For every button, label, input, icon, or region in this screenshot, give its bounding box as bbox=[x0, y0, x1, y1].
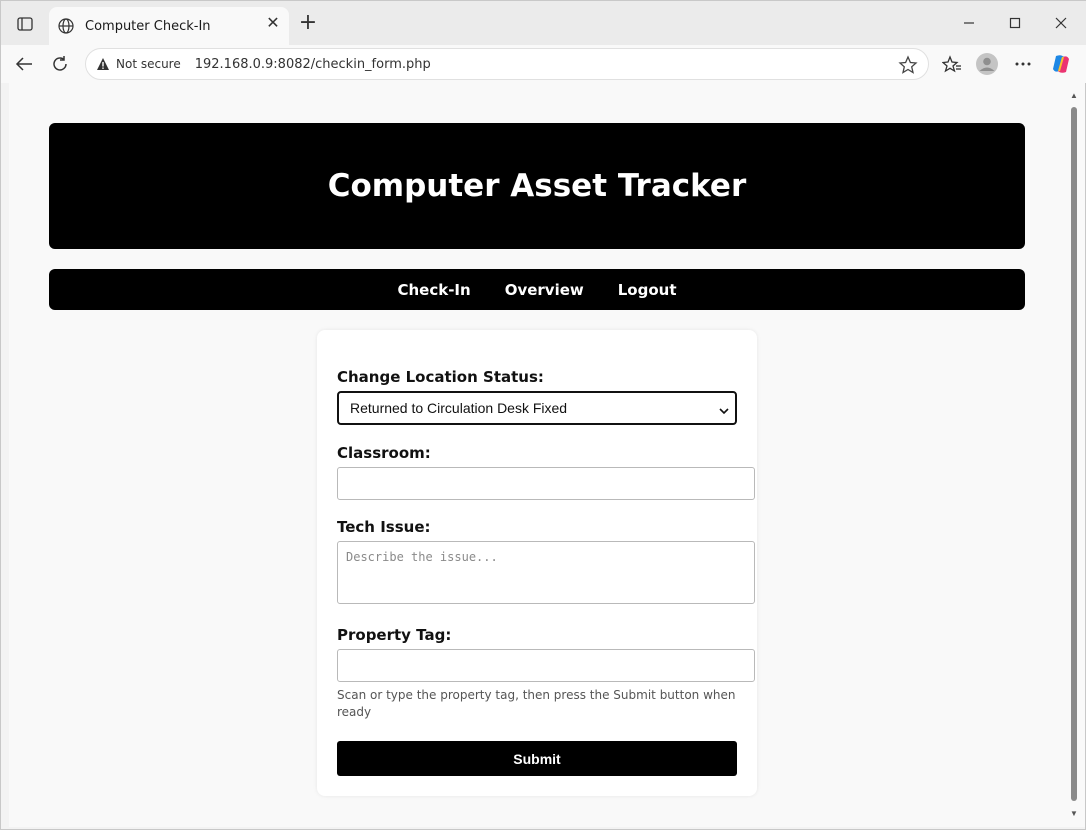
property-tag-help-text: Scan or type the property tag, then pres… bbox=[337, 688, 736, 719]
browser-window: Computer Check-In ✕ + Not secure 192.168… bbox=[0, 0, 1086, 830]
tech-issue-label: Tech Issue: bbox=[337, 518, 431, 536]
page-viewport: Computer Asset Tracker Check-In Overview… bbox=[9, 83, 1085, 827]
close-window-icon[interactable] bbox=[1047, 11, 1075, 35]
warning-icon bbox=[96, 57, 110, 71]
more-options-icon[interactable] bbox=[1010, 52, 1036, 76]
tab-title: Computer Check-In bbox=[85, 18, 211, 34]
chevron-down-icon bbox=[719, 403, 729, 415]
property-tag-input[interactable] bbox=[337, 649, 755, 682]
browser-toolbar: Not secure 192.168.0.9:8082/checkin_form… bbox=[1, 45, 1086, 83]
minimize-icon[interactable] bbox=[955, 11, 983, 35]
checkin-form-card: Change Location Status: Returned to Circ… bbox=[317, 330, 757, 796]
property-tag-label: Property Tag: bbox=[337, 626, 452, 644]
scroll-thumb[interactable] bbox=[1071, 107, 1077, 801]
copilot-icon[interactable] bbox=[1048, 52, 1074, 76]
location-status-select[interactable]: Returned to Circulation Desk Fixed bbox=[337, 391, 737, 425]
nav-overview[interactable]: Overview bbox=[505, 281, 584, 299]
submit-button[interactable]: Submit bbox=[337, 741, 737, 776]
back-arrow-icon[interactable] bbox=[11, 52, 37, 76]
nav-check-in[interactable]: Check-In bbox=[397, 281, 470, 299]
location-status-label: Change Location Status: bbox=[337, 368, 544, 386]
scroll-up-icon[interactable]: ▲ bbox=[1069, 91, 1079, 101]
classroom-input[interactable] bbox=[337, 467, 755, 500]
new-tab-icon[interactable]: + bbox=[297, 12, 319, 35]
favorite-star-icon[interactable] bbox=[898, 55, 918, 75]
maximize-icon[interactable] bbox=[1001, 11, 1029, 35]
title-bar: Computer Check-In ✕ + bbox=[1, 1, 1086, 45]
vertical-scrollbar[interactable]: ▲ ▼ bbox=[1069, 89, 1079, 819]
close-tab-icon[interactable]: ✕ bbox=[265, 16, 281, 32]
browser-tab[interactable]: Computer Check-In ✕ bbox=[49, 7, 289, 45]
header-banner: Computer Asset Tracker bbox=[49, 123, 1025, 249]
globe-icon bbox=[57, 17, 75, 35]
nav-logout[interactable]: Logout bbox=[618, 281, 677, 299]
url-text[interactable]: 192.168.0.9:8082/checkin_form.php bbox=[195, 57, 431, 72]
security-label[interactable]: Not secure bbox=[116, 57, 181, 71]
profile-avatar-icon[interactable] bbox=[974, 52, 1000, 76]
reload-icon[interactable] bbox=[47, 52, 73, 76]
main-nav: Check-In Overview Logout bbox=[49, 269, 1025, 310]
classroom-label: Classroom: bbox=[337, 444, 431, 462]
tab-actions-icon[interactable] bbox=[13, 13, 37, 35]
favorites-icon[interactable] bbox=[939, 52, 965, 76]
tech-issue-textarea[interactable] bbox=[337, 541, 755, 604]
address-bar[interactable]: Not secure 192.168.0.9:8082/checkin_form… bbox=[85, 48, 929, 80]
page-title: Computer Asset Tracker bbox=[327, 168, 747, 204]
location-status-value: Returned to Circulation Desk Fixed bbox=[350, 400, 568, 416]
scroll-down-icon[interactable]: ▼ bbox=[1069, 809, 1079, 819]
